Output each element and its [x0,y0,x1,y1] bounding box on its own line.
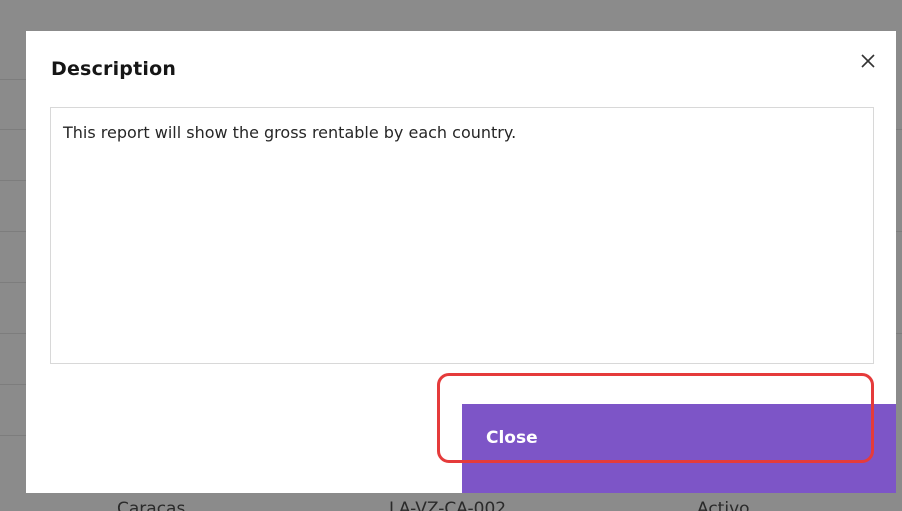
close-icon[interactable] [855,48,881,74]
background-divider [0,282,26,283]
background-table-row: Caracas LA-VZ-CA-002 Activo [0,493,902,511]
description-textarea[interactable]: This report will show the gross rentable… [50,107,874,364]
background-divider [0,129,26,130]
background-divider [0,79,26,80]
background-cell-code: LA-VZ-CA-002 [389,499,507,511]
modal-title: Description [51,58,177,80]
background-divider [0,231,26,232]
close-button[interactable]: Close [462,404,896,493]
background-divider [0,435,26,436]
background-divider [0,333,26,334]
description-modal: Description This report will show the gr… [26,31,896,493]
background-cell-city: Caracas [117,499,186,511]
background-cell-status: Activo [697,499,750,511]
background-divider [896,129,902,130]
background-divider [896,333,902,334]
background-divider [0,384,26,385]
background-divider [0,180,26,181]
background-divider [896,231,902,232]
